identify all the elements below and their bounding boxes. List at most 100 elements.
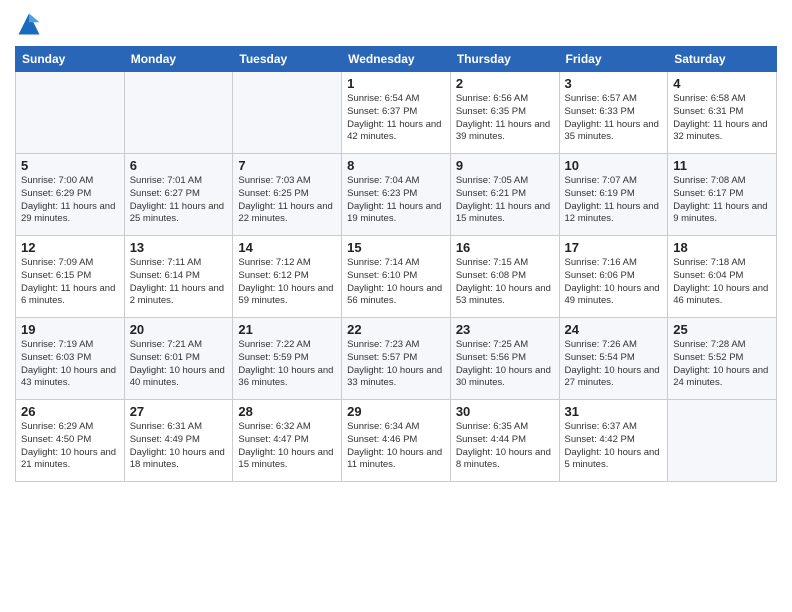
day-info: Sunrise: 7:09 AM Sunset: 6:15 PM Dayligh…: [21, 257, 119, 308]
day-number: 29: [347, 404, 445, 419]
day-info: Sunrise: 6:29 AM Sunset: 4:50 PM Dayligh…: [21, 421, 119, 472]
day-number: 1: [347, 76, 445, 91]
day-number: 25: [673, 322, 771, 337]
calendar-cell: [233, 72, 342, 154]
calendar-cell: 18 Sunrise: 7:18 AM Sunset: 6:04 PM Dayli…: [668, 236, 777, 318]
weekday-header-saturday: Saturday: [668, 47, 777, 72]
day-number: 10: [565, 158, 663, 173]
calendar-cell: 5 Sunrise: 7:00 AM Sunset: 6:29 PM Daylig…: [16, 154, 125, 236]
calendar-cell: 14Sunrise: 7:12 AM Sunset: 6:12 PM Dayli…: [233, 236, 342, 318]
day-number: 18: [673, 240, 771, 255]
day-info: Sunrise: 6:34 AM Sunset: 4:46 PM Dayligh…: [347, 421, 445, 472]
day-info: Sunrise: 6:58 AM Sunset: 6:31 PM Dayligh…: [673, 93, 771, 144]
weekday-header-sunday: Sunday: [16, 47, 125, 72]
calendar-cell: 27 Sunrise: 6:31 AM Sunset: 4:49 PM Dayli…: [124, 400, 233, 482]
header: [15, 10, 777, 38]
calendar-cell: 8Sunrise: 7:04 AM Sunset: 6:23 PM Daylig…: [342, 154, 451, 236]
day-info: Sunrise: 6:37 AM Sunset: 4:42 PM Dayligh…: [565, 421, 663, 472]
calendar-cell: 19 Sunrise: 7:19 AM Sunset: 6:03 PM Dayli…: [16, 318, 125, 400]
day-number: 28: [238, 404, 336, 419]
calendar-cell: [124, 72, 233, 154]
day-info: Sunrise: 7:18 AM Sunset: 6:04 PM Dayligh…: [673, 257, 771, 308]
calendar-week-row: 1 Sunrise: 6:54 AM Sunset: 6:37 PM Daylig…: [16, 72, 777, 154]
day-info: Sunrise: 7:22 AM Sunset: 5:59 PM Dayligh…: [238, 339, 336, 390]
calendar-cell: 3 Sunrise: 6:57 AM Sunset: 6:33 PM Daylig…: [559, 72, 668, 154]
day-info: Sunrise: 7:19 AM Sunset: 6:03 PM Dayligh…: [21, 339, 119, 390]
calendar-week-row: 19 Sunrise: 7:19 AM Sunset: 6:03 PM Dayli…: [16, 318, 777, 400]
day-number: 9: [456, 158, 554, 173]
calendar-cell: 17Sunrise: 7:16 AM Sunset: 6:06 PM Dayli…: [559, 236, 668, 318]
logo-icon: [15, 10, 43, 38]
weekday-header-friday: Friday: [559, 47, 668, 72]
calendar-cell: 20 Sunrise: 7:21 AM Sunset: 6:01 PM Dayli…: [124, 318, 233, 400]
day-info: Sunrise: 7:12 AM Sunset: 6:12 PM Dayligh…: [238, 257, 336, 308]
calendar-cell: 22 Sunrise: 7:23 AM Sunset: 5:57 PM Dayli…: [342, 318, 451, 400]
calendar-cell: 16Sunrise: 7:15 AM Sunset: 6:08 PM Dayli…: [450, 236, 559, 318]
day-info: Sunrise: 7:03 AM Sunset: 6:25 PM Dayligh…: [238, 175, 336, 226]
weekday-header-tuesday: Tuesday: [233, 47, 342, 72]
calendar-cell: 6 Sunrise: 7:01 AM Sunset: 6:27 PM Daylig…: [124, 154, 233, 236]
page: SundayMondayTuesdayWednesdayThursdayFrid…: [0, 0, 792, 612]
calendar-cell: 29 Sunrise: 6:34 AM Sunset: 4:46 PM Dayli…: [342, 400, 451, 482]
day-number: 3: [565, 76, 663, 91]
calendar-cell: 28 Sunrise: 6:32 AM Sunset: 4:47 PM Dayli…: [233, 400, 342, 482]
day-number: 26: [21, 404, 119, 419]
weekday-header-monday: Monday: [124, 47, 233, 72]
day-number: 13: [130, 240, 228, 255]
day-number: 5: [21, 158, 119, 173]
day-info: Sunrise: 7:21 AM Sunset: 6:01 PM Dayligh…: [130, 339, 228, 390]
day-info: Sunrise: 7:08 AM Sunset: 6:17 PM Dayligh…: [673, 175, 771, 226]
calendar-cell: 10Sunrise: 7:07 AM Sunset: 6:19 PM Dayli…: [559, 154, 668, 236]
day-number: 27: [130, 404, 228, 419]
calendar-cell: 23Sunrise: 7:25 AM Sunset: 5:56 PM Dayli…: [450, 318, 559, 400]
calendar-table: SundayMondayTuesdayWednesdayThursdayFrid…: [15, 46, 777, 482]
day-number: 2: [456, 76, 554, 91]
day-info: Sunrise: 6:31 AM Sunset: 4:49 PM Dayligh…: [130, 421, 228, 472]
weekday-header-wednesday: Wednesday: [342, 47, 451, 72]
day-info: Sunrise: 7:16 AM Sunset: 6:06 PM Dayligh…: [565, 257, 663, 308]
calendar-cell: 12 Sunrise: 7:09 AM Sunset: 6:15 PM Dayli…: [16, 236, 125, 318]
day-info: Sunrise: 7:00 AM Sunset: 6:29 PM Dayligh…: [21, 175, 119, 226]
day-info: Sunrise: 7:01 AM Sunset: 6:27 PM Dayligh…: [130, 175, 228, 226]
calendar-cell: 13 Sunrise: 7:11 AM Sunset: 6:14 PM Dayli…: [124, 236, 233, 318]
day-number: 12: [21, 240, 119, 255]
day-number: 6: [130, 158, 228, 173]
day-info: Sunrise: 6:54 AM Sunset: 6:37 PM Dayligh…: [347, 93, 445, 144]
day-info: Sunrise: 7:11 AM Sunset: 6:14 PM Dayligh…: [130, 257, 228, 308]
weekday-header-thursday: Thursday: [450, 47, 559, 72]
day-number: 23: [456, 322, 554, 337]
calendar-cell: 11 Sunrise: 7:08 AM Sunset: 6:17 PM Dayli…: [668, 154, 777, 236]
calendar-cell: 4Sunrise: 6:58 AM Sunset: 6:31 PM Daylig…: [668, 72, 777, 154]
day-number: 31: [565, 404, 663, 419]
day-number: 21: [238, 322, 336, 337]
calendar-cell: 9 Sunrise: 7:05 AM Sunset: 6:21 PM Daylig…: [450, 154, 559, 236]
day-info: Sunrise: 7:05 AM Sunset: 6:21 PM Dayligh…: [456, 175, 554, 226]
calendar-cell: 31 Sunrise: 6:37 AM Sunset: 4:42 PM Dayli…: [559, 400, 668, 482]
day-info: Sunrise: 7:15 AM Sunset: 6:08 PM Dayligh…: [456, 257, 554, 308]
day-number: 22: [347, 322, 445, 337]
calendar-cell: 25Sunrise: 7:28 AM Sunset: 5:52 PM Dayli…: [668, 318, 777, 400]
calendar-cell: [16, 72, 125, 154]
day-info: Sunrise: 7:14 AM Sunset: 6:10 PM Dayligh…: [347, 257, 445, 308]
day-info: Sunrise: 7:23 AM Sunset: 5:57 PM Dayligh…: [347, 339, 445, 390]
calendar-cell: 30Sunrise: 6:35 AM Sunset: 4:44 PM Dayli…: [450, 400, 559, 482]
day-info: Sunrise: 6:57 AM Sunset: 6:33 PM Dayligh…: [565, 93, 663, 144]
day-number: 24: [565, 322, 663, 337]
day-number: 8: [347, 158, 445, 173]
day-number: 15: [347, 240, 445, 255]
calendar-cell: 24Sunrise: 7:26 AM Sunset: 5:54 PM Dayli…: [559, 318, 668, 400]
calendar-cell: 2 Sunrise: 6:56 AM Sunset: 6:35 PM Daylig…: [450, 72, 559, 154]
calendar-cell: [668, 400, 777, 482]
day-number: 20: [130, 322, 228, 337]
calendar-cell: 26 Sunrise: 6:29 AM Sunset: 4:50 PM Dayli…: [16, 400, 125, 482]
day-number: 19: [21, 322, 119, 337]
calendar-cell: 15 Sunrise: 7:14 AM Sunset: 6:10 PM Dayli…: [342, 236, 451, 318]
calendar-cell: 21 Sunrise: 7:22 AM Sunset: 5:59 PM Dayli…: [233, 318, 342, 400]
calendar-cell: 1 Sunrise: 6:54 AM Sunset: 6:37 PM Daylig…: [342, 72, 451, 154]
calendar-week-row: 12 Sunrise: 7:09 AM Sunset: 6:15 PM Dayli…: [16, 236, 777, 318]
calendar-cell: 7Sunrise: 7:03 AM Sunset: 6:25 PM Daylig…: [233, 154, 342, 236]
logo: [15, 10, 47, 38]
day-info: Sunrise: 6:56 AM Sunset: 6:35 PM Dayligh…: [456, 93, 554, 144]
day-number: 11: [673, 158, 771, 173]
day-info: Sunrise: 6:32 AM Sunset: 4:47 PM Dayligh…: [238, 421, 336, 472]
